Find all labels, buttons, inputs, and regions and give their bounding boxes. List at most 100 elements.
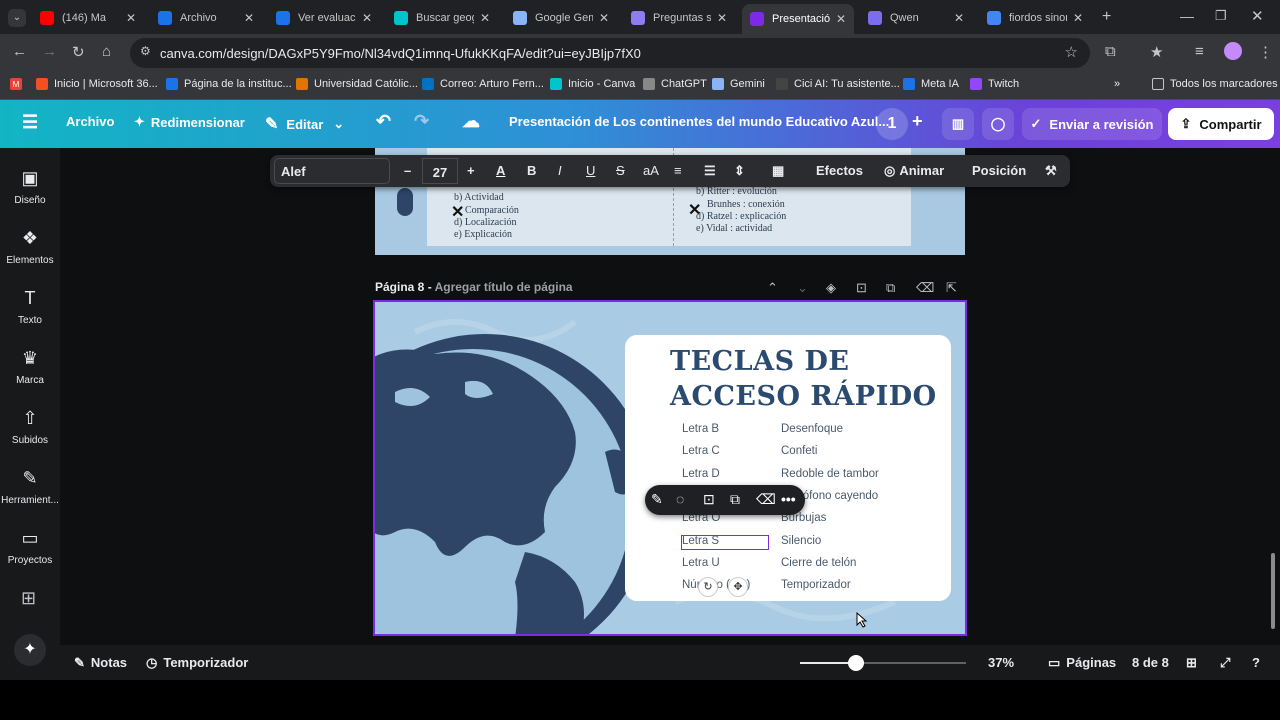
close-tab-icon[interactable]: ✕: [717, 11, 727, 25]
shortcut-key[interactable]: Letra B: [682, 423, 719, 435]
hide-page-icon[interactable]: ◈: [826, 280, 836, 296]
media-icon[interactable]: ≡: [1195, 43, 1204, 60]
font-family-select[interactable]: Alef: [274, 158, 390, 184]
browser-tab[interactable]: Ver evaluació ✕: [268, 6, 380, 30]
timer-button[interactable]: ◷ Temporizador: [146, 655, 248, 671]
bookmark-item[interactable]: Gemini: [712, 78, 765, 90]
shortcut-effect[interactable]: Redoble de tambor: [781, 468, 879, 480]
zoom-slider-handle[interactable]: [848, 655, 865, 671]
favorites-icon[interactable]: ★: [1150, 43, 1163, 61]
add-page-icon[interactable]: ⇱: [946, 280, 957, 296]
insights-button[interactable]: ▥: [942, 108, 974, 140]
minimize-button[interactable]: —: [1180, 8, 1194, 24]
file-menu[interactable]: Archivo: [66, 114, 114, 129]
magic-assistant-button[interactable]: ✦: [14, 634, 46, 666]
magic-edit-icon[interactable]: ✎: [651, 491, 663, 508]
profile-avatar[interactable]: [1224, 42, 1242, 60]
sidebar-item[interactable]: ▣ Diseño: [0, 168, 60, 206]
strikethrough-icon[interactable]: S: [616, 163, 625, 178]
close-tab-icon[interactable]: ✕: [480, 11, 490, 25]
underline-icon[interactable]: U: [586, 163, 595, 178]
browser-menu-icon[interactable]: ⋮: [1258, 43, 1273, 61]
shortcut-key[interactable]: Letra D: [682, 468, 720, 480]
delete-element-icon[interactable]: ⌫: [756, 491, 776, 508]
duplicate-page-icon[interactable]: ⧉: [886, 280, 895, 296]
notes-button[interactable]: ✎ Notas: [74, 655, 127, 671]
close-tab-icon[interactable]: ✕: [244, 11, 254, 25]
animate-button[interactable]: ◎ Animar: [884, 163, 944, 179]
tab-search-button[interactable]: ⌄: [8, 9, 26, 27]
extensions-icon[interactable]: ⧉: [1105, 43, 1116, 60]
grid-view-icon[interactable]: ⊞: [1186, 655, 1197, 671]
cloud-saved-icon[interactable]: ☁: [462, 111, 480, 132]
increase-font-size-button[interactable]: +: [467, 163, 475, 178]
selected-text-box[interactable]: [681, 535, 769, 550]
edit-menu[interactable]: ✎ Editar ⌄: [265, 114, 344, 134]
letter-case-icon[interactable]: aA: [643, 163, 659, 178]
bookmark-item[interactable]: ChatGPT: [643, 78, 707, 90]
send-review-button[interactable]: ✓ Enviar a revisión: [1022, 108, 1162, 140]
hamburger-menu-icon[interactable]: ☰: [22, 112, 38, 133]
bookmark-item[interactable]: Inicio | Microsoft 36...: [36, 78, 158, 90]
close-tab-icon[interactable]: ✕: [362, 11, 372, 25]
bold-icon[interactable]: B: [527, 163, 536, 178]
pages-button[interactable]: ▭ Páginas: [1048, 655, 1116, 671]
apps-icon[interactable]: ⊞: [21, 588, 36, 609]
rotate-handle-icon[interactable]: ↻: [698, 577, 718, 597]
sidebar-item[interactable]: ❖ Elementos: [0, 228, 60, 266]
shortcut-effect[interactable]: Confeti: [781, 445, 817, 457]
close-tab-icon[interactable]: ✕: [1073, 11, 1083, 25]
effects-button[interactable]: Efectos: [816, 163, 863, 178]
new-tab-button[interactable]: +: [1102, 8, 1111, 26]
sidebar-item[interactable]: ▭ Proyectos: [0, 528, 60, 566]
url-input[interactable]: ⚙ canva.com/design/DAGxP5Y9Fmo/Nl34vdQ1i…: [130, 38, 1090, 68]
reload-icon[interactable]: ↻: [72, 43, 85, 61]
close-tab-icon[interactable]: ✕: [599, 11, 609, 25]
duplicate-element-icon[interactable]: ⧉: [730, 491, 740, 508]
delete-page-icon[interactable]: ⌫: [916, 280, 934, 296]
comments-button[interactable]: ◯: [982, 108, 1014, 140]
close-tab-icon[interactable]: ✕: [954, 11, 964, 25]
browser-tab[interactable]: Presentación ✕: [742, 4, 854, 34]
browser-tab[interactable]: Qwen ✕: [860, 6, 972, 30]
browser-tab[interactable]: Buscar geogr ✕: [386, 6, 498, 30]
bookmark-item[interactable]: Meta IA: [903, 78, 959, 90]
maximize-button[interactable]: ❐: [1215, 8, 1227, 24]
sidebar-item[interactable]: T Texto: [0, 288, 60, 326]
bookmark-item[interactable]: Inicio - Canva: [550, 78, 635, 90]
browser-tab[interactable]: Google Gemi ✕: [505, 6, 617, 30]
forward-icon[interactable]: →: [42, 43, 57, 60]
slide-title-line-1[interactable]: TECLAS DE: [670, 346, 850, 377]
undo-icon[interactable]: ↶: [376, 111, 391, 132]
resize-button[interactable]: ✦ Redimensionar: [134, 114, 245, 130]
shortcut-key[interactable]: Letra C: [682, 445, 720, 457]
bookmark-item[interactable]: Universidad Católic...: [296, 78, 418, 90]
site-info-icon[interactable]: ⚙: [140, 44, 151, 58]
slide-title-line-2[interactable]: ACCESO RÁPIDO: [670, 381, 937, 412]
shortcut-effect[interactable]: Silencio: [781, 535, 821, 547]
copy-style-icon[interactable]: ⚒: [1045, 163, 1057, 179]
slide-canvas[interactable]: TECLAS DE ACCESO RÁPIDO Letra B Desenfoqu…: [373, 300, 967, 636]
document-title[interactable]: Presentación de Los continentes del mund…: [509, 114, 889, 129]
page-title[interactable]: Página 8 - Agregar título de página: [375, 280, 573, 294]
decrease-font-size-button[interactable]: –: [404, 163, 411, 178]
canvas-scrollbar[interactable]: [1271, 553, 1275, 629]
list-icon[interactable]: ☰: [704, 163, 716, 179]
transparency-icon[interactable]: ▦: [772, 163, 784, 179]
sidebar-item[interactable]: ✎ Herramient...: [0, 468, 60, 506]
bookmark-star-icon[interactable]: ☆: [1065, 43, 1078, 61]
sidebar-item[interactable]: ⇧ Subidos: [0, 408, 60, 446]
all-bookmarks[interactable]: Todos los marcadores: [1152, 78, 1278, 90]
spacing-icon[interactable]: ⇕: [734, 163, 745, 179]
italic-icon[interactable]: I: [558, 163, 562, 178]
lock-element-icon[interactable]: ⊡: [703, 491, 715, 508]
text-color-icon[interactable]: A: [496, 163, 505, 178]
add-collaborator-icon[interactable]: +: [912, 111, 923, 132]
sidebar-item[interactable]: ♛ Marca: [0, 348, 60, 386]
browser-tab[interactable]: fiordos sinon ✕: [979, 6, 1091, 30]
align-left-icon[interactable]: ≡: [674, 163, 682, 178]
zoom-level[interactable]: 37%: [988, 655, 1014, 670]
browser-tab[interactable]: Archivo ✕: [150, 6, 262, 30]
close-tab-icon[interactable]: ✕: [126, 11, 136, 25]
shortcut-effect[interactable]: Desenfoque: [781, 423, 843, 435]
